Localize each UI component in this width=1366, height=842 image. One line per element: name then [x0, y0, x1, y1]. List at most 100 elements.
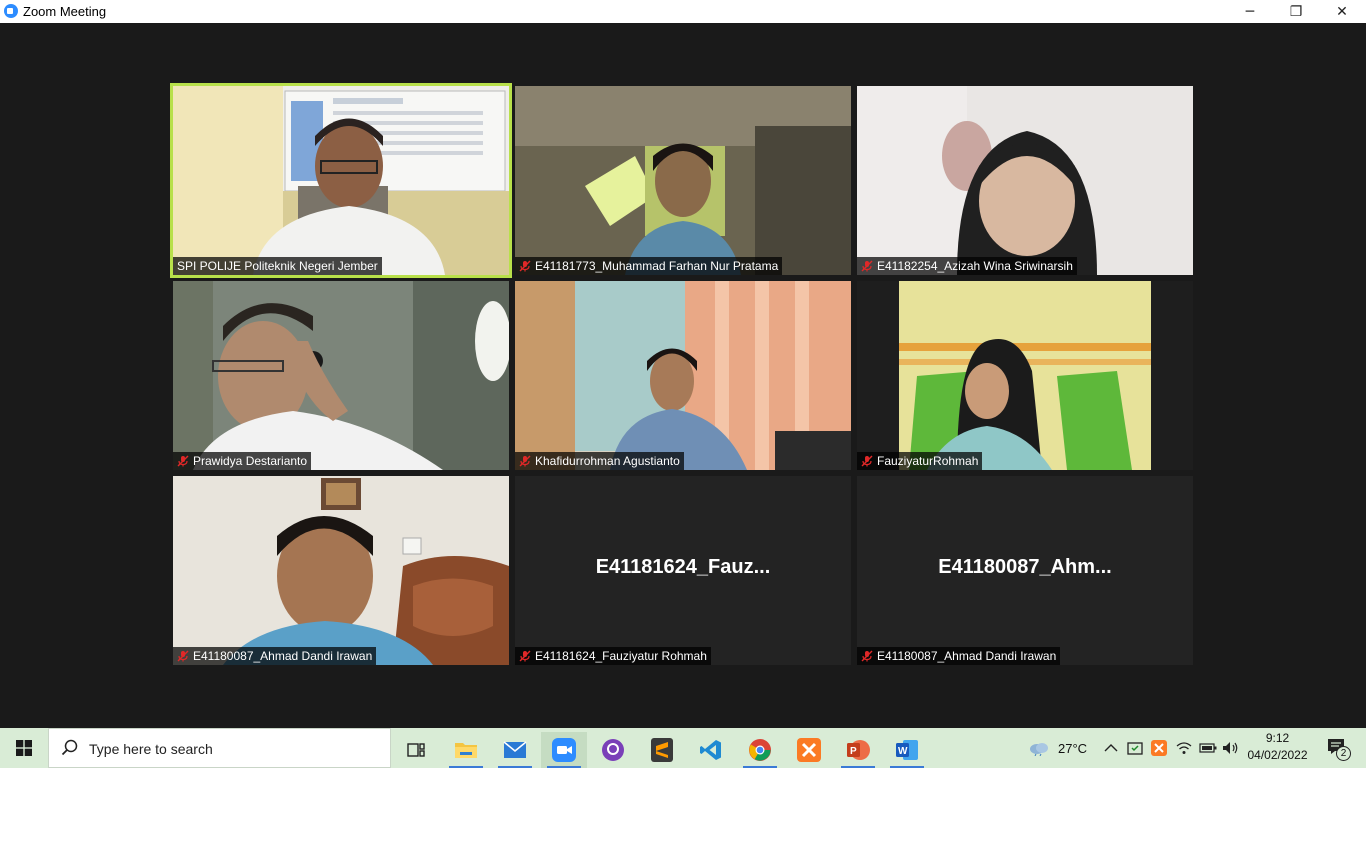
- mic-muted-icon: [861, 260, 873, 272]
- wifi-icon: [1176, 742, 1192, 754]
- mic-muted-icon: [177, 650, 189, 662]
- tray-xampp-button[interactable]: [1151, 728, 1167, 768]
- volume-button[interactable]: [1222, 728, 1240, 768]
- participant-tile[interactable]: Prawidya Destarianto: [173, 281, 509, 470]
- participant-video: [857, 86, 1193, 275]
- participant-nameplate: Khafidurrohman Agustianto: [515, 452, 684, 470]
- powerpoint-icon: P: [847, 740, 870, 760]
- xampp-tray-icon: [1151, 740, 1167, 756]
- participant-video: [173, 86, 509, 275]
- clock[interactable]: 9:12 04/02/2022: [1240, 730, 1315, 764]
- weather-temperature: 27°C: [1058, 740, 1088, 756]
- show-hidden-icons-button[interactable]: [1104, 728, 1118, 768]
- participant-nameplate: E41182254_Azizah Wina Sriwinarsih: [857, 257, 1077, 275]
- zoom-button[interactable]: [541, 732, 587, 768]
- taskbar: Type here to search P W 27°C 9:12 04/02/…: [0, 728, 1366, 768]
- notification-center-button[interactable]: 2: [1322, 728, 1352, 768]
- windows-logo-icon: [16, 740, 32, 756]
- word-button[interactable]: W: [884, 732, 930, 768]
- battery-icon: [1199, 743, 1217, 753]
- participant-name: E41181624_Fauziyatur Rohmah: [535, 649, 707, 663]
- file-explorer-button[interactable]: [443, 732, 489, 768]
- mic-muted-icon: [519, 455, 531, 467]
- svg-text:P: P: [850, 746, 857, 757]
- chevron-up-icon: [1104, 744, 1118, 752]
- task-view-button[interactable]: [393, 732, 439, 768]
- mic-muted-icon: [177, 455, 189, 467]
- xampp-button[interactable]: [786, 732, 832, 768]
- chrome-icon: [749, 739, 771, 761]
- participant-tile[interactable]: FauziyaturRohmah: [857, 281, 1193, 470]
- participant-nameplate: E41181773_Muhammad Farhan Nur Pratama: [515, 257, 783, 275]
- start-button[interactable]: [0, 728, 48, 768]
- title-bar: Zoom Meeting ─ ❐ ✕: [0, 0, 1366, 23]
- clock-time: 9:12: [1265, 731, 1290, 745]
- participant-video: [515, 86, 851, 275]
- participant-nameplate: E41180087_Ahmad Dandi Irawan: [857, 647, 1061, 665]
- participant-name: E41180087_Ahmad Dandi Irawan: [193, 649, 373, 663]
- search-placeholder: Type here to search: [89, 741, 213, 757]
- github-icon: [602, 739, 624, 761]
- participant-nameplate: FauziyaturRohmah: [857, 452, 983, 470]
- task-view-icon: [407, 743, 425, 757]
- folder-icon: [455, 743, 477, 758]
- participant-name: SPI POLIJE Politeknik Negeri Jember: [177, 259, 378, 273]
- mail-button[interactable]: [492, 732, 538, 768]
- restore-button[interactable]: ❐: [1273, 0, 1319, 23]
- participant-video: [173, 476, 509, 665]
- participant-nameplate: Prawidya Destarianto: [173, 452, 312, 470]
- participant-nameplate: E41181624_Fauziyatur Rohmah: [515, 647, 711, 665]
- mail-icon: [503, 741, 527, 758]
- github-desktop-button[interactable]: [590, 732, 636, 768]
- sublime-text-icon: [651, 738, 673, 762]
- powerpoint-button[interactable]: P: [835, 732, 881, 768]
- participant-display-name: E41181624_Fauz...: [595, 556, 771, 578]
- battery-button[interactable]: [1199, 728, 1217, 768]
- weather-widget[interactable]: 27°C: [1028, 728, 1087, 768]
- participant-video: [515, 281, 851, 470]
- participant-name: Prawidya Destarianto: [193, 454, 308, 468]
- svg-text:W: W: [898, 746, 908, 757]
- participant-video: [173, 281, 509, 470]
- mic-muted-icon: [519, 260, 531, 272]
- participant-tile[interactable]: E41180087_Ahm... E41180087_Ahmad Dandi I…: [857, 476, 1193, 665]
- participant-tile[interactable]: E41181624_Fauz... E41181624_Fauziyatur R…: [515, 476, 851, 665]
- mic-muted-icon: [861, 650, 873, 662]
- participant-tile[interactable]: E41182254_Azizah Wina Sriwinarsih: [857, 86, 1193, 275]
- vscode-icon: [700, 740, 721, 760]
- participant-tile[interactable]: E41181773_Muhammad Farhan Nur Pratama: [515, 86, 851, 275]
- mic-muted-icon: [861, 455, 873, 467]
- participant-name: FauziyaturRohmah: [877, 454, 979, 468]
- zoom-app-icon: [4, 4, 18, 18]
- chrome-button[interactable]: [737, 732, 783, 768]
- zoom-icon: [552, 738, 576, 762]
- participant-tile[interactable]: E41180087_Ahmad Dandi Irawan: [173, 476, 509, 665]
- weather-cloud-icon: [1030, 743, 1048, 756]
- participant-nameplate: SPI POLIJE Politeknik Negeri Jember: [173, 257, 382, 275]
- mic-muted-icon: [519, 650, 531, 662]
- participant-name: Khafidurrohman Agustianto: [535, 454, 680, 468]
- vscode-button[interactable]: [688, 732, 734, 768]
- xampp-icon: [797, 738, 821, 762]
- security-icon: [1127, 742, 1143, 755]
- speaker-icon: [1223, 742, 1238, 754]
- network-button[interactable]: [1176, 728, 1192, 768]
- participant-nameplate: E41180087_Ahmad Dandi Irawan: [173, 647, 377, 665]
- close-button[interactable]: ✕: [1319, 0, 1365, 23]
- participant-name: E41180087_Ahmad Dandi Irawan: [877, 649, 1057, 663]
- participant-tile[interactable]: Khafidurrohman Agustianto: [515, 281, 851, 470]
- sublime-text-button[interactable]: [639, 732, 685, 768]
- participant-video: [857, 281, 1193, 470]
- window-title: Zoom Meeting: [23, 4, 107, 19]
- participant-name: E41181773_Muhammad Farhan Nur Pratama: [535, 259, 779, 273]
- minimize-button[interactable]: ─: [1227, 0, 1273, 23]
- participant-tile[interactable]: SPI POLIJE Politeknik Negeri Jember: [170, 83, 512, 278]
- search-box[interactable]: Type here to search: [48, 728, 391, 768]
- clock-date: 04/02/2022: [1247, 748, 1308, 762]
- search-icon: [61, 739, 78, 756]
- tray-security-button[interactable]: [1127, 728, 1143, 768]
- meeting-gallery: SPI POLIJE Politeknik Negeri Jember E411…: [0, 23, 1366, 728]
- word-icon: W: [896, 740, 918, 760]
- participant-name: E41182254_Azizah Wina Sriwinarsih: [877, 259, 1073, 273]
- notification-count-badge: 2: [1336, 746, 1351, 761]
